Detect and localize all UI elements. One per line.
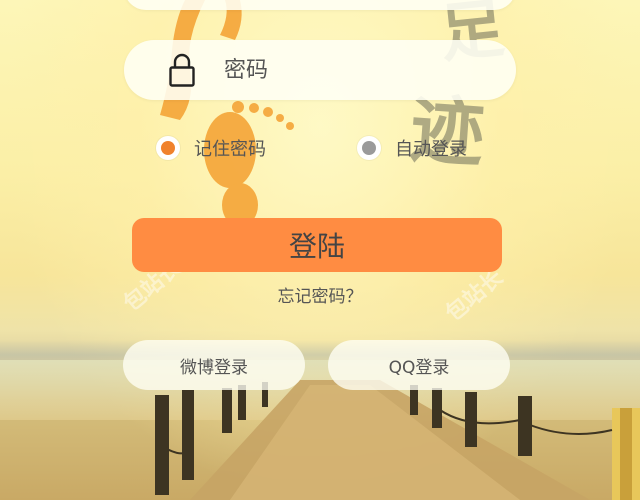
remember-label: 记住密码 [194,139,266,160]
radio-dot [362,141,376,155]
password-field[interactable] [124,40,516,100]
remember-password-option[interactable]: 记住密码 [156,135,266,161]
auto-login-option[interactable]: 自动登录 [357,135,467,161]
qq-login-button[interactable]: QQ登录 [328,340,510,390]
password-input[interactable] [224,50,494,90]
auto-login-label: 自动登录 [395,139,467,160]
footprint-decoration [160,0,294,227]
auto-login-radio[interactable] [357,136,381,160]
weibo-login-button[interactable]: 微博登录 [123,340,305,390]
login-button[interactable]: 登陆 [132,218,502,272]
forgot-password-link[interactable]: 忘记密码？ [0,282,640,307]
remember-radio[interactable] [156,136,180,160]
radio-dot [161,141,175,155]
lock-icon [168,52,196,92]
username-field[interactable] [124,0,516,10]
